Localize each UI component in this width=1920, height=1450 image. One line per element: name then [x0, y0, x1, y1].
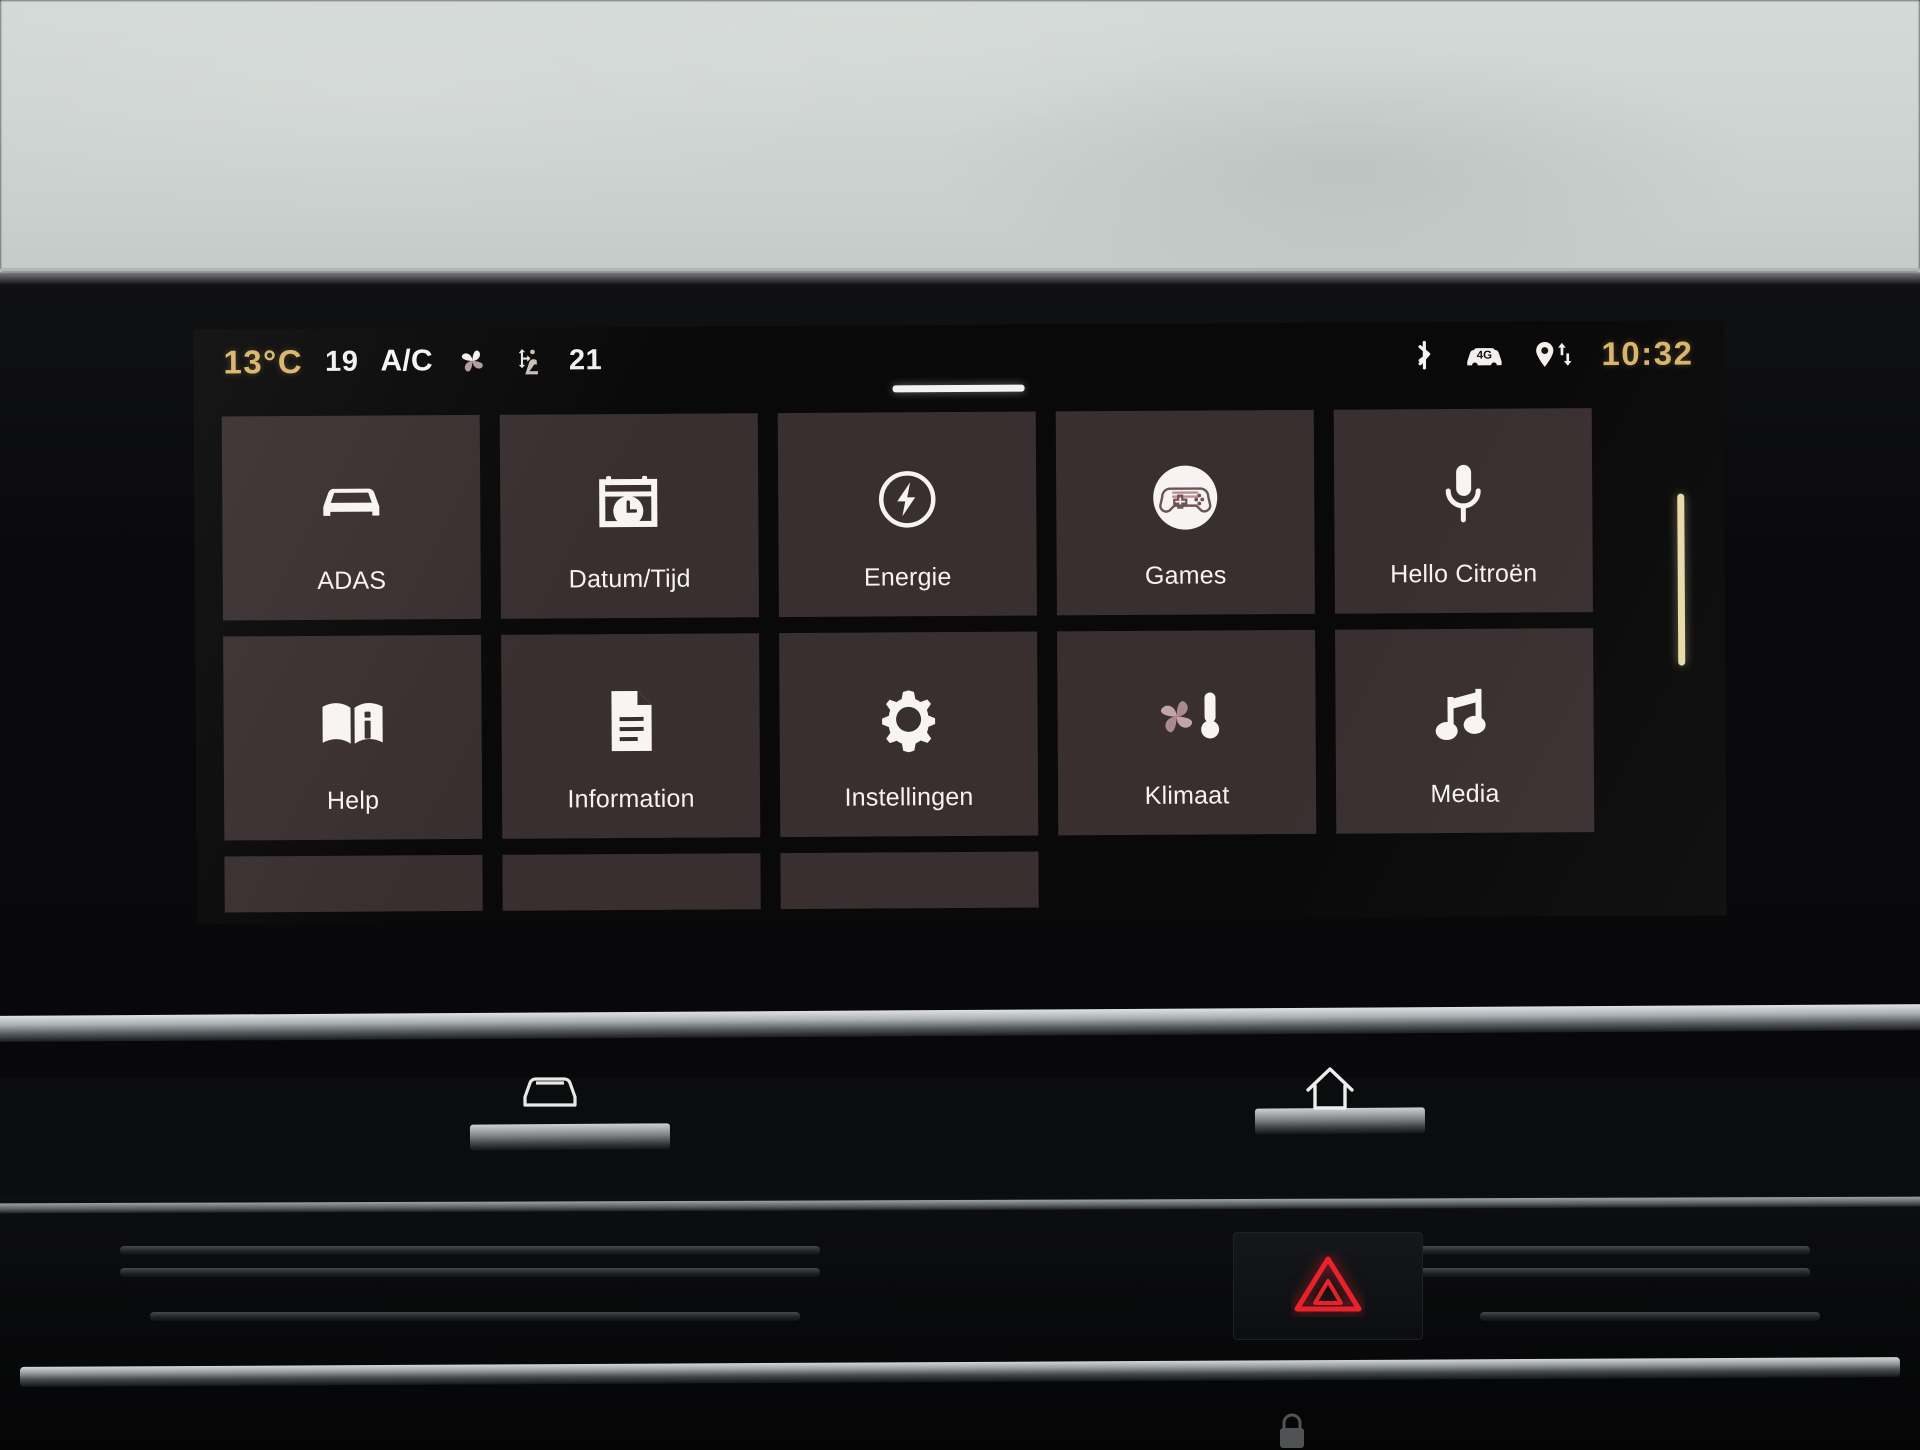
hazard-triangle-icon — [1291, 1251, 1365, 1322]
tile-label: Klimaat — [1144, 781, 1230, 810]
tile-label: Hello Citroën — [1390, 559, 1538, 589]
location-pin-transfer-icon — [1531, 338, 1575, 370]
calendar-clock-icon — [596, 462, 662, 540]
gear-icon — [875, 680, 941, 758]
energy-bolt-icon — [876, 460, 938, 538]
scrollbar-thumb[interactable] — [1677, 493, 1686, 666]
tile-label: Information — [567, 784, 695, 814]
lock-icon[interactable] — [1275, 1410, 1309, 1450]
tile-label: Media — [1430, 779, 1500, 809]
scrollbar-track[interactable] — [1677, 493, 1687, 914]
tile-partial-1[interactable] — [224, 854, 483, 913]
tile-label: Datum/Tijd — [568, 564, 691, 594]
background-blur — [0, 0, 1920, 280]
tile-label: ADAS — [317, 566, 387, 595]
center-console — [0, 1195, 1920, 1450]
document-icon — [603, 682, 657, 760]
app-grid: ADAS Datum/Tijd Energie Games Hello Citr… — [221, 408, 1616, 925]
gamepad-icon — [1146, 458, 1224, 536]
tile-label: Help — [326, 786, 380, 815]
air-vent-slat — [1480, 1312, 1820, 1321]
touchscreen-display[interactable]: 13°C 19 A/C 21 4G 10:32 ADAS Datum/Tijd … — [193, 320, 1727, 925]
ac-label[interactable]: A/C — [380, 344, 433, 378]
airflow-direction-icon[interactable] — [511, 343, 547, 379]
book-info-icon — [316, 683, 388, 761]
air-vent-slat — [150, 1312, 800, 1321]
tile-label: Instellingen — [844, 782, 974, 812]
tile-instellingen[interactable]: Instellingen — [779, 631, 1039, 838]
microphone-icon — [1439, 457, 1487, 535]
fan-icon[interactable] — [455, 344, 489, 378]
tile-label: Games — [1144, 561, 1227, 590]
outside-temperature: 13°C — [223, 343, 304, 381]
svg-text:4G: 4G — [1477, 350, 1492, 362]
page-indicator — [892, 384, 1025, 393]
bluetooth-icon — [1411, 338, 1437, 372]
tile-label: Energie — [863, 563, 952, 592]
infotainment-scene: 13°C 19 A/C 21 4G 10:32 ADAS Datum/Tijd … — [0, 0, 1920, 1450]
tile-partial-2[interactable] — [502, 853, 761, 911]
car-front-icon — [315, 463, 387, 541]
driver-temperature[interactable]: 19 — [325, 345, 358, 378]
tile-help[interactable]: Help — [223, 634, 483, 841]
vehicle-button[interactable] — [505, 1057, 595, 1127]
air-vent-slat — [120, 1268, 820, 1277]
tile-adas[interactable]: ADAS — [221, 414, 481, 621]
hazard-button[interactable] — [1233, 1232, 1423, 1340]
app-grid-container[interactable]: ADAS Datum/Tijd Energie Games Hello Citr… — [194, 397, 1727, 924]
tile-media[interactable]: Media — [1335, 628, 1595, 834]
rocker-pad-left[interactable] — [469, 1123, 671, 1151]
tile-information[interactable]: Information — [501, 633, 761, 839]
tile-datum-tijd[interactable]: Datum/Tijd — [499, 413, 759, 619]
tile-partial-3[interactable] — [780, 851, 1039, 910]
tile-energie[interactable]: Energie — [777, 411, 1037, 618]
clock: 10:32 — [1601, 334, 1694, 373]
rocker-pad-right[interactable] — [1254, 1107, 1426, 1135]
hardware-button-row — [0, 1055, 1920, 1145]
tile-games[interactable]: Games — [1055, 409, 1315, 616]
fan-thermometer-icon — [1148, 678, 1224, 756]
car-outline-icon — [519, 1067, 581, 1118]
car-4g-icon: 4G — [1463, 340, 1505, 370]
air-vent-slat — [120, 1246, 820, 1255]
passenger-temperature[interactable]: 21 — [569, 344, 602, 377]
music-note-icon — [1433, 677, 1495, 755]
tile-hello-citroen[interactable]: Hello Citroën — [1333, 408, 1593, 614]
tile-klimaat[interactable]: Klimaat — [1057, 629, 1317, 836]
